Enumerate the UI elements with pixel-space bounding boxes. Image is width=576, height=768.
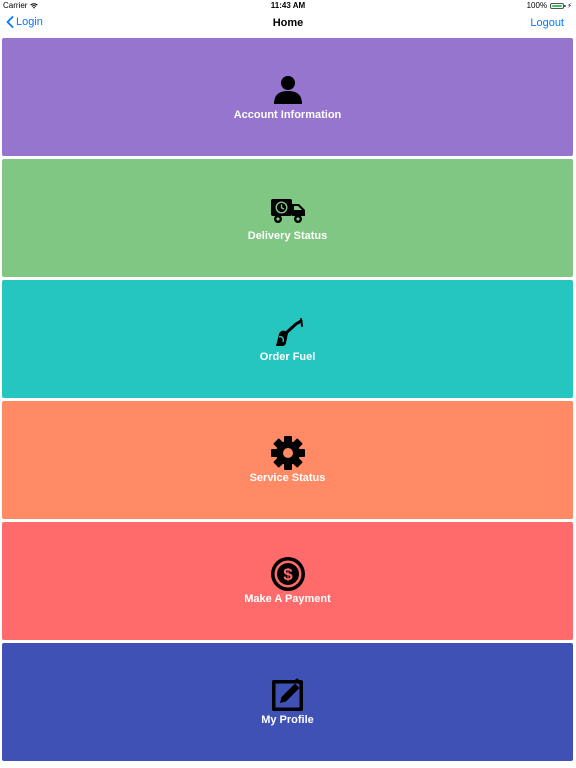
tile-label: Service Status <box>249 472 326 484</box>
tile-label: My Profile <box>261 714 314 726</box>
status-bar: Carrier 11:43 AM 100% ⚡ <box>0 0 576 12</box>
page-title: Home <box>272 17 304 29</box>
dollar-icon: $ <box>270 556 306 592</box>
navigation-bar: Login Home Logout <box>0 12 576 36</box>
menu-tiles: Account Information Delivery Status Orde… <box>2 38 573 764</box>
logout-button[interactable]: Logout <box>530 17 564 29</box>
charging-icon: ⚡ <box>567 2 572 10</box>
delivery-status-tile[interactable]: Delivery Status <box>2 159 573 277</box>
make-a-payment-tile[interactable]: $ Make A Payment <box>2 522 573 640</box>
battery-indicator: 100% ⚡ <box>527 1 572 10</box>
tile-label: Delivery Status <box>247 230 328 242</box>
tile-label: Make A Payment <box>244 593 331 605</box>
service-status-tile[interactable]: Service Status <box>2 401 573 519</box>
battery-percent: 100% <box>526 1 548 10</box>
my-profile-tile[interactable]: My Profile <box>2 643 573 761</box>
svg-text:$: $ <box>283 565 293 584</box>
account-information-tile[interactable]: Account Information <box>2 38 573 156</box>
edit-icon <box>270 677 306 713</box>
battery-icon <box>550 2 567 9</box>
user-icon <box>270 72 306 108</box>
gear-icon <box>270 435 306 471</box>
tile-label: Account Information <box>233 109 342 121</box>
status-time: 11:43 AM <box>270 1 306 10</box>
delivery-truck-icon <box>270 193 306 229</box>
fuel-nozzle-icon <box>270 314 306 350</box>
tile-label: Order Fuel <box>259 351 316 363</box>
order-fuel-tile[interactable]: Order Fuel <box>2 280 573 398</box>
